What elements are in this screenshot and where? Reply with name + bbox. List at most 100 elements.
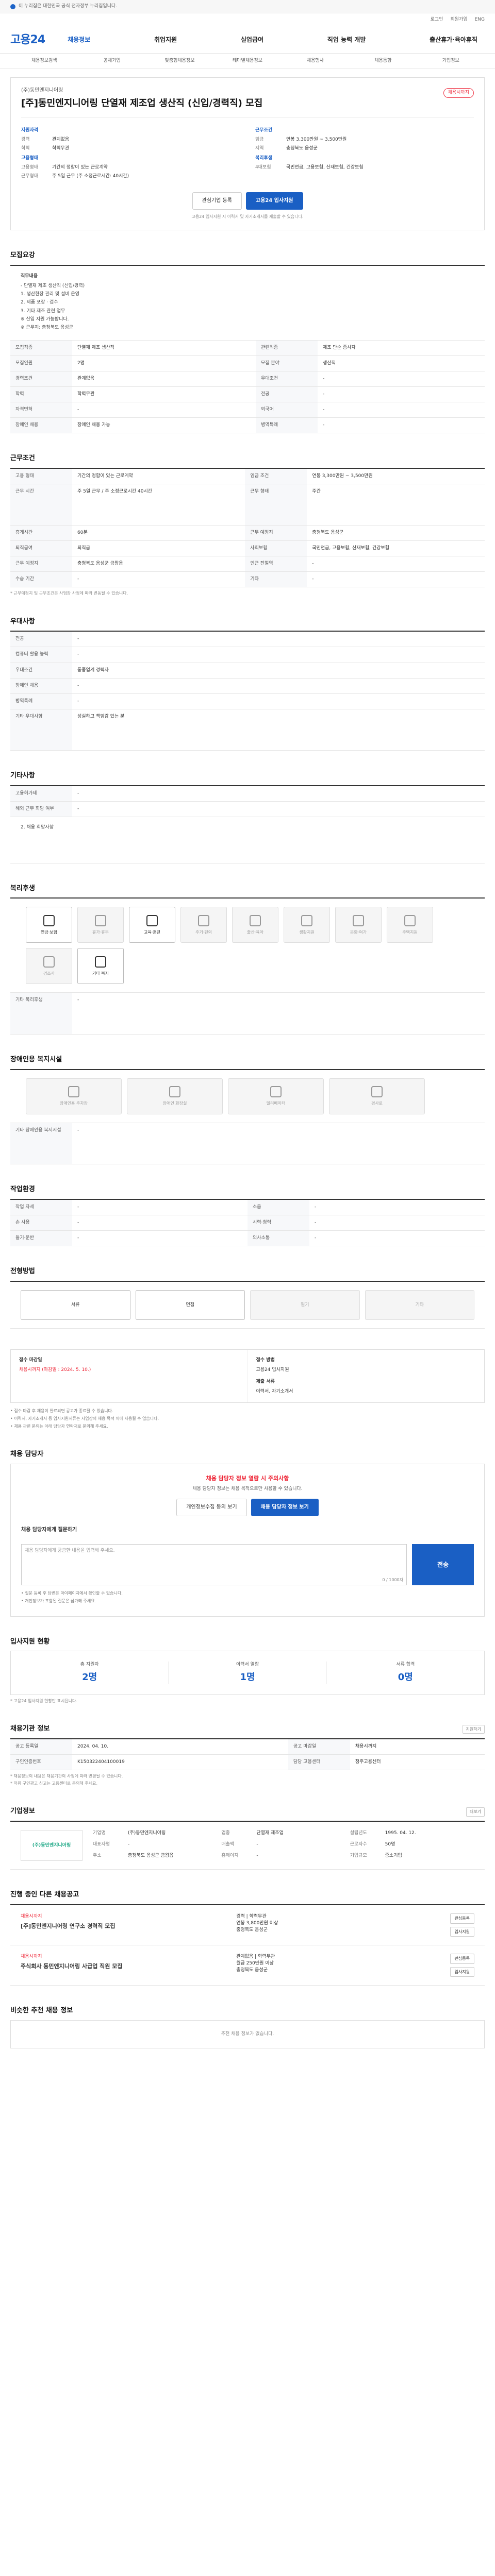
row-value: - [318,371,485,387]
row-key: 자격면허 [10,402,72,418]
welfare-label: 연금·보험 [41,929,57,935]
gnb-item-employment-support[interactable]: 취업지원 [147,36,184,44]
subnav-item[interactable]: 맞춤형채용정보 [146,58,213,64]
section-title: 기타사항 [10,771,35,779]
info-key: 매출액 [221,1842,235,1848]
insurance-icon [43,914,55,926]
stat-item: 서류 합격 0명 [327,1662,484,1684]
registration-more-button[interactable]: 지원하기 [462,1724,485,1734]
stat-label: 서류 합격 [396,1662,415,1668]
apply-button[interactable]: 고용24 입사지원 [245,192,303,210]
facility-item: 경사로 [329,1078,425,1114]
gov-banner-text: 이 누리집은 대한민국 공식 전자정부 누리집입니다. [19,3,118,9]
subnav-item[interactable]: 채용정보검색 [10,58,78,64]
row-key: 모집인원 [10,355,72,371]
kv-value: 기간의 정함이 있는 근로계약 [52,164,108,170]
desc-line: 3. 기타 제조 관련 업무 [21,308,65,314]
facility-icon-grid: 장애인용 주차장 장애인 화장실 엘리베이터 경사로 [10,1070,485,1123]
job-item-apply-button[interactable]: 입사지원 [450,1926,474,1937]
row-key: 근무 시간 [10,484,72,526]
language-link[interactable]: ENG [475,16,485,23]
stat-value: 2명 [82,1671,97,1683]
login-link[interactable]: 로그인 [431,16,443,23]
subnav-item[interactable]: 채용동향 [349,58,417,64]
facility-item: 장애인 화장실 [127,1078,223,1114]
row-key: 고용 형태 [10,468,72,484]
row-key: 관련직종 [256,340,318,356]
job-item-interest-button[interactable]: 관심등록 [450,1913,474,1924]
company-name[interactable]: (주)동민엔지니어링 [21,87,474,95]
kv-key: 4대보험 [255,164,271,170]
row-value: - [72,1123,485,1165]
preference-table: 전공 - 컴퓨터 활용 능력 - 우대조건 동종업계 경력자 장애인 채용 - 병역특례… [10,632,485,751]
row-key: 경력조건 [10,371,72,387]
section-preference: 우대사항 전공 - 컴퓨터 활용 능력 - 우대조건 동종업계 경력자 장애인 채용 -… [10,617,485,751]
subnav-item[interactable]: 기업정보 [417,58,485,64]
job-item-cond: 경력 | 학력무관 [236,1914,267,1919]
stat-item: 이력서 열람 1명 [169,1662,327,1684]
welfare-item: 휴가·휴무 [77,907,124,943]
gnb-item-unemployment-benefit[interactable]: 실업급여 [234,36,271,44]
desc-heading: 직무내용 [21,274,38,279]
row-key: 병역특례 [256,417,318,433]
site-logo[interactable]: 고용24 [10,32,45,48]
summary-heading: 복리후생 [255,155,273,161]
section-job-desc: 모집요강 직무내용 - 단열재 제조 생산직 (신입/경력) 1. 생산현장 관… [10,251,485,433]
subnav-item[interactable]: 채용행사 [282,58,349,64]
facility-extra-table: 기타 장애인용 복지시설 - [10,1123,485,1165]
row-value: 국민연금, 고용보험, 산재보험, 건강보험 [307,540,485,556]
job-list-item[interactable]: 채용시까지 주식회사 동민엔지니어링 사급업 직원 모집 관계없음 | 학력무관… [10,1945,485,1986]
kv-key: 임금 [255,137,264,142]
gnb-item-parental-leave[interactable]: 출산휴가·육아휴직 [422,36,485,44]
section-similar: 비슷한 추천 채용 정보 추천 채용 정보가 없습니다. [10,2006,485,2049]
question-placeholder: 채용 담당자에게 궁금한 내용을 입력해 주세요. [25,1548,115,1554]
desc-line: 2. 제품 포장 · 검수 [21,300,58,306]
welfare-item: 생활지원 [284,907,330,943]
signup-link[interactable]: 회원가입 [450,16,467,23]
subnav-item[interactable]: 테마별채용정보 [213,58,281,64]
desc-line: ※ 신입 지원 가능합니다. [21,316,69,322]
summary-heading: 고용형태 [21,155,39,161]
row-key: 기타 복리후생 [10,993,72,1035]
question-title: 채용 담당자에게 질문하기 [21,1527,77,1533]
section-title: 채용기관 정보 [10,1725,50,1733]
row-value: - [307,556,485,572]
apply-heading: 제출 서류 [256,1379,275,1385]
row-value: - [309,1200,485,1216]
info-key: 설립년도 [350,1831,367,1836]
job-item-title[interactable]: 주식회사 동민엔지니어링 사급업 직원 모집 [21,1962,226,1971]
facility-item: 장애인용 주차장 [26,1078,122,1114]
job-list-item[interactable]: 채용시까지 [주]동민엔지니어링 연구소 경력직 모집 경력 | 학력무관 연봉… [10,1905,485,1946]
question-input[interactable]: 채용 담당자에게 궁금한 내용을 입력해 주세요. 0 / 1000자 [21,1544,407,1586]
row-key: 인근 전철역 [245,556,307,572]
info-value: - [256,1842,258,1848]
interest-button[interactable]: 관심기업 등록 [192,192,242,210]
apply-note: 접수 마감 후 채용이 완료되면 공고가 종료될 수 있습니다. [10,1408,485,1414]
job-item-cond: 관계없음 | 학력무관 [236,1954,275,1960]
question-submit-button[interactable]: 전송 [412,1544,474,1586]
row-value: - [72,1215,248,1231]
row-key: 고용허가제 [10,786,72,802]
job-item-interest-button[interactable]: 관심등록 [450,1954,474,1964]
welfare-label: 휴가·휴무 [92,929,109,935]
row-value: 주간 [307,484,485,526]
gnb-item-vocational-training[interactable]: 직업 능력 개발 [320,36,373,44]
job-header: (주)동민엔지니어링 [주]동민엔지니어링 단열재 제조업 생산직 (신입/경력… [10,77,485,231]
job-item-title[interactable]: [주]동민엔지니어링 연구소 경력직 모집 [21,1922,226,1930]
row-value: 청주고용센터 [350,1754,485,1771]
culture-icon [353,914,364,926]
gnb-item-jobs[interactable]: 채용정보 [60,36,97,44]
education-icon [146,914,158,926]
job-item-apply-button[interactable]: 입사지원 [450,1967,474,1977]
job-item-cond: 충청북도 음성군 [236,1927,268,1933]
privacy-consent-button[interactable]: 개인정보수집 동의 보기 [176,1498,247,1516]
company-more-button[interactable]: 더보기 [466,1807,485,1817]
contact-subtext: 채용 담당자 정보는 채용 목적으로만 사용할 수 있습니다. [192,1486,303,1492]
question-char-count: 0 / 1000자 [382,1577,403,1582]
view-contact-button[interactable]: 채용 담당자 정보 보기 [251,1498,319,1516]
welfare-label: 생활지원 [299,929,315,935]
selection-step: 기타 [365,1290,474,1320]
row-value: 동종업계 경력자 [72,663,485,679]
subnav-item[interactable]: 공채기업 [78,58,145,64]
summary-heading: 근무조건 [255,127,273,133]
